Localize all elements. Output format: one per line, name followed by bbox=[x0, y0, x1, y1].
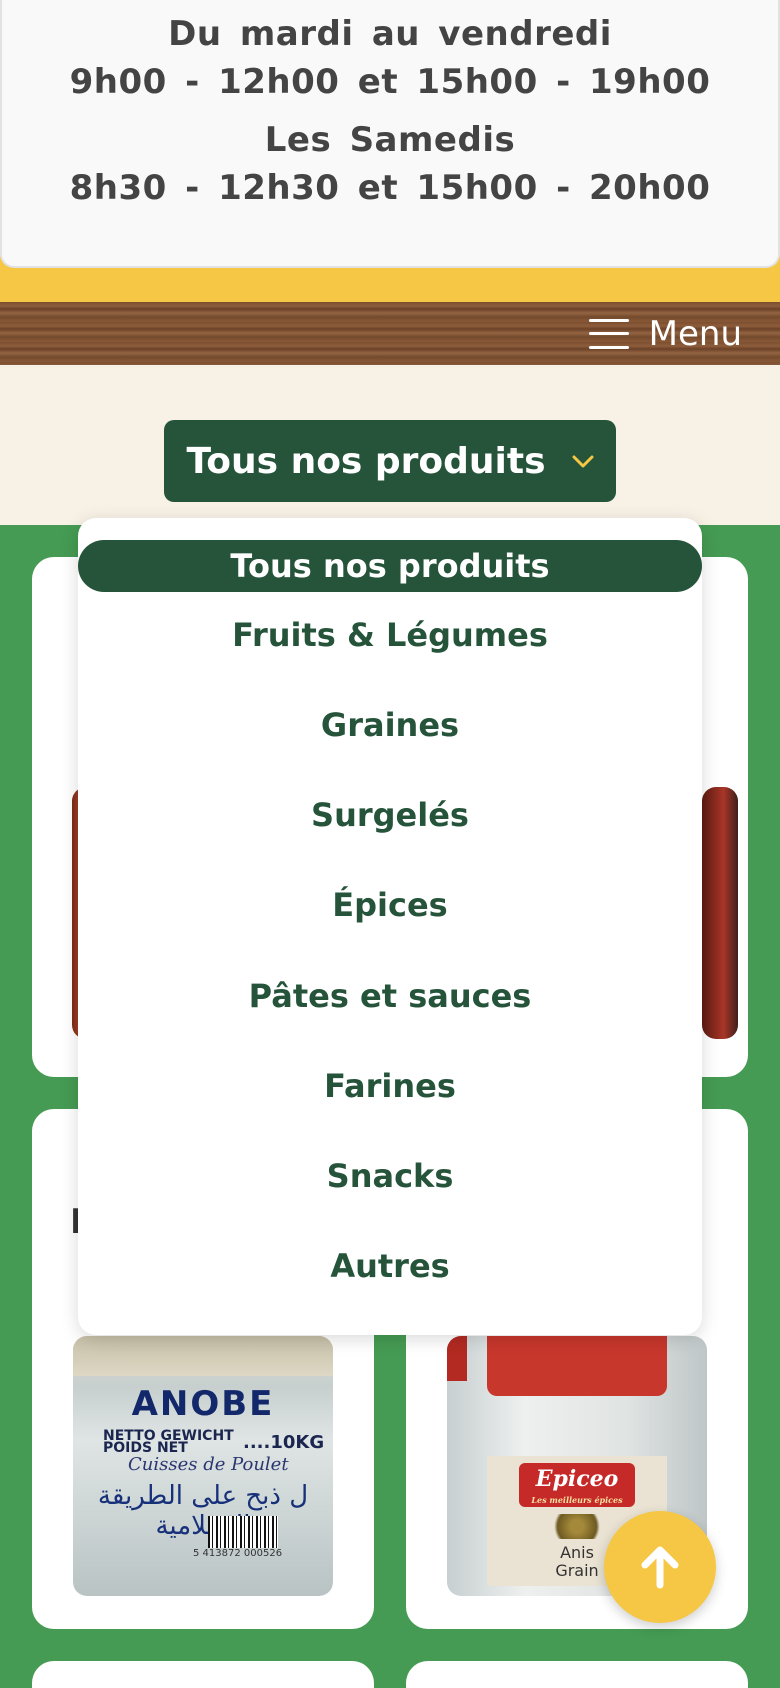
product-image bbox=[702, 787, 738, 1039]
product-card[interactable] bbox=[406, 1661, 748, 1688]
saturday-hours: 8h30 - 12h30 et 15h00 - 20h00 bbox=[69, 168, 711, 208]
arrow-up-icon bbox=[641, 1546, 679, 1589]
menu-item-farines[interactable]: Farines bbox=[78, 1067, 702, 1105]
menu-item-tous-nos-produits[interactable]: Tous nos produits bbox=[78, 540, 702, 592]
menu-item-fruits-legumes[interactable]: Fruits & Légumes bbox=[78, 616, 702, 654]
jar-tagline: Les meilleurs épices bbox=[531, 1495, 623, 1505]
product-image-poultry-box: ANOBE NETTO GEWICHT POIDS NET ....10KG C… bbox=[73, 1336, 333, 1596]
jar-brand-logo: Epiceo Les meilleurs épices bbox=[519, 1463, 635, 1507]
weekday-hours: 9h00 - 12h00 et 15h00 - 19h00 bbox=[69, 62, 711, 102]
product-card[interactable] bbox=[32, 1661, 374, 1688]
nav-bar: Menu bbox=[0, 302, 780, 365]
menu-button[interactable]: Menu bbox=[588, 302, 742, 365]
menu-item-snacks[interactable]: Snacks bbox=[78, 1157, 702, 1195]
barcode bbox=[208, 1516, 278, 1548]
category-dropdown-button[interactable]: Tous nos produits bbox=[164, 420, 616, 502]
saturday-label: Les Samedis bbox=[264, 120, 516, 160]
menu-label: Menu bbox=[648, 313, 742, 354]
category-dropdown-label: Tous nos produits bbox=[186, 440, 546, 482]
box-weight: ....10KG bbox=[243, 1432, 325, 1453]
menu-item-pates-sauces[interactable]: Pâtes et sauces bbox=[78, 977, 702, 1015]
jar-brand: Epiceo bbox=[535, 1466, 619, 1492]
menu-item-autres[interactable]: Autres bbox=[78, 1247, 702, 1285]
category-dropdown-menu: Tous nos produits Fruits & Légumes Grain… bbox=[78, 518, 702, 1335]
scroll-to-top-button[interactable] bbox=[604, 1511, 716, 1623]
spice-seeds-illustration bbox=[547, 1514, 607, 1539]
menu-item-graines[interactable]: Graines bbox=[78, 706, 702, 744]
menu-item-epices[interactable]: Épices bbox=[78, 886, 702, 924]
opening-hours-card: Du mardi au vendredi 9h00 - 12h00 et 15h… bbox=[0, 0, 780, 268]
menu-item-surgeles[interactable]: Surgelés bbox=[78, 796, 702, 834]
chevron-down-icon bbox=[572, 446, 594, 476]
hamburger-icon bbox=[588, 318, 629, 349]
box-brand-text: ANOBE bbox=[131, 1384, 275, 1424]
box-handwritten-label: Cuisses de Poulet bbox=[128, 1454, 289, 1475]
weekday-label: Du mardi au vendredi bbox=[168, 14, 612, 54]
barcode-number: 5 413872 000526 bbox=[193, 1548, 283, 1559]
box-arabic-text: ل ذبح على الطريقة الإسلامية bbox=[97, 1481, 309, 1541]
